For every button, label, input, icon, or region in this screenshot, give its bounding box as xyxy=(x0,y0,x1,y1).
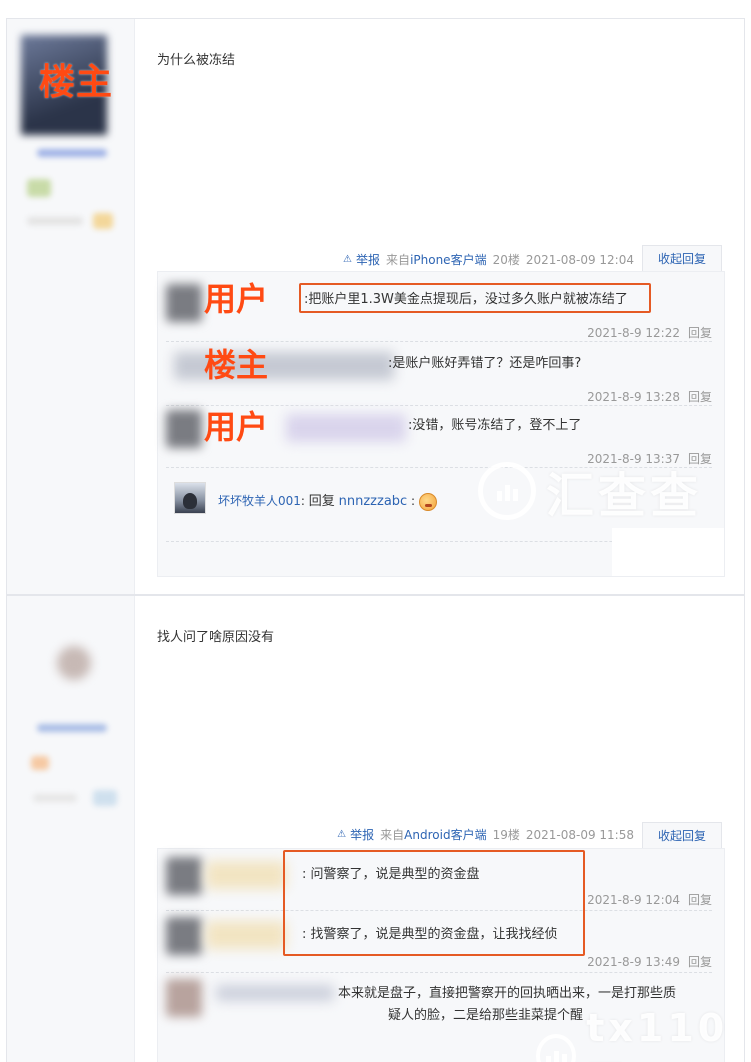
post-datetime: 2021-08-09 12:04 xyxy=(525,252,634,267)
list-item: 楼主 :是账户账好弄错了？还是咋回事? 2021-8-9 13:28 回复 xyxy=(166,344,712,406)
client-link[interactable]: Android客户端 xyxy=(404,828,486,842)
input-area-mask xyxy=(612,528,724,576)
reply-time: 2021-8-9 13:28 xyxy=(587,390,680,404)
annotation-label-user: 用户 xyxy=(204,408,269,446)
author-level xyxy=(33,794,77,802)
client-source: 来自iPhone客户端 xyxy=(386,253,487,267)
avatar[interactable] xyxy=(174,482,206,514)
report-link[interactable]: ⚠ 举报 xyxy=(343,251,380,268)
highlight-box xyxy=(283,850,585,956)
username[interactable] xyxy=(206,921,286,949)
reply-button[interactable]: 回复 xyxy=(688,955,712,969)
reply-button[interactable]: 回复 xyxy=(688,893,712,907)
author-name[interactable] xyxy=(37,724,107,732)
annotation-label-op: 楼主 xyxy=(39,62,114,103)
bar-chart-icon xyxy=(478,462,536,520)
annotation-label-user: 用户 xyxy=(204,280,269,318)
author-avatar[interactable] xyxy=(57,646,91,680)
avatar[interactable] xyxy=(166,410,202,448)
post-content: 为什么被冻结 xyxy=(157,53,236,68)
author-sidebar xyxy=(7,596,135,1062)
reply-button[interactable]: 回复 xyxy=(688,390,712,404)
username[interactable] xyxy=(216,985,334,1001)
bar-chart-icon xyxy=(536,1033,577,1062)
post-meta: ⚠ 举报 来自iPhone客户端 20楼 2021-08-09 12:04 xyxy=(343,251,634,268)
collapse-replies-button[interactable]: 收起回复 xyxy=(642,822,722,848)
reply-button[interactable]: 回复 xyxy=(688,326,712,340)
floor-number: 19楼 xyxy=(492,828,520,842)
avatar[interactable] xyxy=(166,284,202,322)
reply-list: 用户 :把账户里1.3W美金点提现后，没过多久账户就被冻结了 2021-8-9 … xyxy=(157,271,725,577)
username[interactable] xyxy=(286,414,406,442)
username-link[interactable]: 坏坏牧羊人001 xyxy=(218,494,301,508)
avatar[interactable] xyxy=(166,917,202,955)
reply-text: :没错，账号冻结了，登不上了 xyxy=(408,418,582,433)
reply-time: 2021-8-9 12:22 xyxy=(587,326,680,340)
author-level-icon xyxy=(93,213,113,229)
reply-meta: 2021-8-9 13:28 回复 xyxy=(587,388,712,405)
reply-text: :是账户账好弄错了？还是咋回事? xyxy=(388,356,582,371)
reply-meta: 2021-8-9 12:22 回复 xyxy=(587,324,712,341)
username[interactable] xyxy=(206,861,286,889)
reply-meta: 2021-8-9 12:04 回复 xyxy=(587,891,712,908)
reply-text: 坏坏牧羊人001: 回复 nnnzzzabc : xyxy=(218,490,437,511)
post-floor-19: 找人问了啥原因没有 ⚠ 举报 来自Android客户端 19楼 2021-08-0… xyxy=(6,595,745,1062)
author-level xyxy=(27,217,83,225)
annotation-label-op: 楼主 xyxy=(204,346,269,384)
post-datetime: 2021-08-09 11:58 xyxy=(525,827,634,842)
client-source: 来自Android客户端 xyxy=(380,828,487,842)
warning-icon: ⚠ xyxy=(337,828,347,840)
watermark-huichacha: 汇查查 xyxy=(478,456,702,526)
author-level-icon xyxy=(93,790,117,806)
post-content: 找人问了啥原因没有 xyxy=(157,630,275,645)
client-link[interactable]: iPhone客户端 xyxy=(410,253,487,267)
author-sidebar: 楼主 xyxy=(7,19,135,594)
report-link[interactable]: ⚠ 举报 xyxy=(337,826,374,843)
emoji-icon xyxy=(418,492,437,511)
collapse-replies-button[interactable]: 收起回复 xyxy=(642,245,722,271)
author-badge xyxy=(31,756,49,770)
reply-time: 2021-8-9 13:49 xyxy=(587,955,680,969)
author-badge xyxy=(27,179,51,197)
floor-number: 20楼 xyxy=(492,253,520,267)
reply-time: 2021-8-9 12:04 xyxy=(587,893,680,907)
reply-target-link[interactable]: nnnzzzabc xyxy=(339,494,408,509)
highlight-box xyxy=(299,283,651,313)
author-name[interactable] xyxy=(37,149,107,157)
avatar[interactable] xyxy=(166,857,202,895)
watermark-tx110: tx110网 xyxy=(536,1006,751,1062)
reply-meta: 2021-8-9 13:49 回复 xyxy=(587,953,712,970)
post-meta: ⚠ 举报 来自Android客户端 19楼 2021-08-09 11:58 xyxy=(337,826,634,843)
warning-icon: ⚠ xyxy=(343,253,352,265)
